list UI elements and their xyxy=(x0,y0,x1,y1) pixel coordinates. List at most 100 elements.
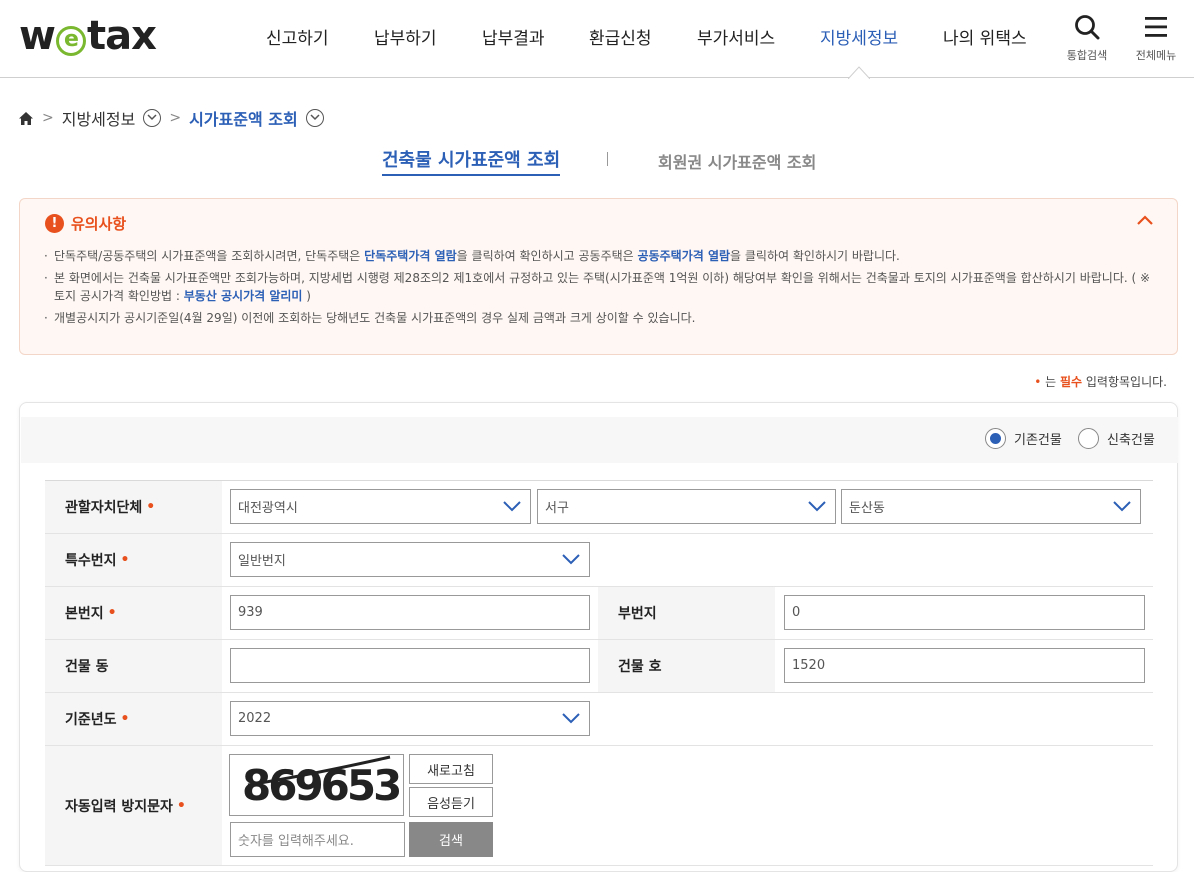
main-lot-value: 939 xyxy=(238,605,263,620)
detached-house-price-link[interactable]: 단독주택가격 열람 xyxy=(364,249,457,263)
tab-membership-standard-price[interactable]: 회원권 시가표준액 조회 xyxy=(658,149,816,173)
city-select[interactable]: 대전광역시 xyxy=(230,489,531,524)
breadcrumb-level1[interactable]: 지방세정보 xyxy=(62,106,136,130)
required-dot: • xyxy=(176,797,186,814)
district-select[interactable]: 서구 xyxy=(537,489,836,524)
special-lot-select-value: 일반번지 xyxy=(238,554,286,569)
chevron-down-icon xyxy=(562,554,580,565)
captcha-image: 869653 xyxy=(229,754,404,816)
notice-box: ! 유의사항 단독주택/공동주택의 시가표준액을 조회하시려면, 단독주택은 단… xyxy=(19,198,1178,355)
logo-e-icon: e xyxy=(55,26,86,56)
radio-new-label: 신축건물 xyxy=(1107,433,1155,448)
radio-existing-label: 기존건물 xyxy=(1014,433,1062,448)
captcha-listen-button[interactable]: 음성듣기 xyxy=(409,787,493,817)
breadcrumb-current[interactable]: 시가표준액 조회 xyxy=(189,106,298,130)
notice-item: 본 화면에서는 건축물 시가표준액만 조회가능하며, 지방세법 시행령 제28조… xyxy=(44,269,1154,305)
building-type-bar: 기존건물 신축건물 xyxy=(21,417,1178,463)
nav-my-wetax[interactable]: 나의 위택스 xyxy=(943,24,1027,49)
sub-lot-label-text: 부번지 xyxy=(618,606,657,622)
required-note-pre: 는 xyxy=(1041,375,1060,389)
dong-select[interactable]: 둔산동 xyxy=(841,489,1141,524)
site-header: w e tax 신고하기 납부하기 납부결과 환급신청 부가서비스 지방세정보 나의… xyxy=(0,0,1194,79)
breadcrumb-separator-icon: > xyxy=(169,110,182,126)
nav-local-tax-info[interactable]: 지방세정보 xyxy=(820,24,898,49)
logo-text-w: w xyxy=(19,13,56,59)
menu-label: 전체메뉴 xyxy=(1135,49,1177,62)
home-icon[interactable] xyxy=(18,111,34,126)
required-note-post: 입력항목입니다. xyxy=(1082,375,1167,389)
notice-item: 개별공시지가 공시기준일(4월 29일) 이전에 조회하는 당해년도 건축물 시… xyxy=(44,309,1154,327)
active-nav-caret-icon xyxy=(848,66,870,79)
notice-item: 단독주택/공동주택의 시가표준액을 조회하시려면, 단독주택은 단독주택가격 열… xyxy=(44,247,1154,265)
captcha-input[interactable]: 숫자를 입력해주세요. xyxy=(230,822,405,857)
jurisdiction-label-text: 관할자치단체 xyxy=(65,500,143,516)
base-year-select-value: 2022 xyxy=(238,711,272,726)
building-dong-input[interactable] xyxy=(230,648,590,683)
captcha-input-placeholder: 숫자를 입력해주세요. xyxy=(238,834,354,849)
building-ho-input[interactable]: 1520 xyxy=(784,648,1145,683)
special-lot-select[interactable]: 일반번지 xyxy=(230,542,590,577)
chevron-down-icon xyxy=(562,713,580,724)
captcha-label: 자동입력 방지문자 • xyxy=(45,746,222,865)
integrated-search-button[interactable]: 통합검색 xyxy=(1064,14,1110,63)
captcha-strike-line xyxy=(247,755,391,787)
radio-existing-building[interactable]: 기존건물 xyxy=(985,428,1062,449)
jurisdiction-label: 관할자치단체 • xyxy=(45,481,222,533)
required-dot: • xyxy=(120,711,130,727)
search-icon xyxy=(1075,15,1100,40)
required-dot: • xyxy=(146,499,156,515)
sub-lot-label: 부번지 xyxy=(598,587,775,639)
chevron-down-icon xyxy=(1113,501,1131,512)
breadcrumb-level1-dropdown-icon[interactable] xyxy=(143,109,162,127)
district-select-value: 서구 xyxy=(545,501,569,516)
realty-price-alimi-link[interactable]: 부동산 공시가격 알리미 xyxy=(184,289,303,303)
building-dong-label: 건물 동 xyxy=(45,640,222,692)
city-select-value: 대전광역시 xyxy=(238,501,298,516)
notice-title-text: 유의사항 xyxy=(71,215,127,233)
base-year-label-text: 기준년도 xyxy=(65,712,117,728)
required-note-must: 필수 xyxy=(1059,375,1083,389)
full-menu-button[interactable]: 전체메뉴 xyxy=(1133,14,1179,63)
sub-lot-input[interactable]: 0 xyxy=(784,595,1145,630)
breadcrumb-separator-icon: > xyxy=(42,110,54,126)
captcha-refresh-button[interactable]: 새로고침 xyxy=(409,754,493,784)
notice-text: 을 클릭하여 확인하시고 공동주택은 xyxy=(456,249,638,263)
base-year-row: 기준년도 • 2022 xyxy=(45,693,1153,746)
nav-payment-result[interactable]: 납부결과 xyxy=(482,24,545,49)
chevron-down-icon xyxy=(808,501,826,512)
search-form-table: 관할자치단체 • 대전광역시 서구 둔산동 특수번지 • 일반번지 본번지 • 939… xyxy=(45,480,1153,866)
collapse-chevron-up-icon[interactable] xyxy=(1137,215,1153,225)
tab-building-standard-price[interactable]: 건축물 시가표준액 조회 xyxy=(382,146,561,176)
chevron-down-icon xyxy=(503,501,521,512)
nav-payment[interactable]: 납부하기 xyxy=(374,24,437,49)
building-ho-value: 1520 xyxy=(792,658,826,673)
required-dot: • xyxy=(120,552,130,568)
radio-existing-circle[interactable] xyxy=(985,428,1006,449)
notice-text: ) xyxy=(302,289,311,303)
tab-divider xyxy=(607,152,608,166)
hamburger-menu-icon xyxy=(1145,17,1167,37)
search-button[interactable]: 검색 xyxy=(409,822,493,857)
main-lot-input[interactable]: 939 xyxy=(230,595,590,630)
apartment-price-link[interactable]: 공동주택가격 열람 xyxy=(638,249,731,263)
lot-number-row: 본번지 • 939 부번지 0 xyxy=(45,587,1153,640)
breadcrumb-level2-dropdown-icon[interactable] xyxy=(305,109,324,127)
captcha-row: 자동입력 방지문자 • 869653 새로고침 음성듣기 숫자를 입력해주세요. … xyxy=(45,746,1153,866)
building-ho-label-text: 건물 호 xyxy=(618,659,662,675)
base-year-select[interactable]: 2022 xyxy=(230,701,590,736)
search-label: 통합검색 xyxy=(1066,49,1108,62)
notice-title: ! 유의사항 xyxy=(45,213,126,234)
breadcrumb: > 지방세정보 > 시가표준액 조회 xyxy=(18,107,324,129)
required-dot: • xyxy=(107,605,117,621)
nav-report[interactable]: 신고하기 xyxy=(266,24,329,49)
radio-new-building[interactable]: 신축건물 xyxy=(1078,428,1155,449)
special-lot-label: 특수번지 • xyxy=(45,534,222,586)
radio-new-circle[interactable] xyxy=(1078,428,1099,449)
wetax-logo[interactable]: w e tax xyxy=(19,13,157,59)
dong-select-value: 둔산동 xyxy=(849,501,885,516)
nav-extra-services[interactable]: 부가서비스 xyxy=(697,24,775,49)
main-lot-label-text: 본번지 xyxy=(65,606,104,622)
notice-list: 단독주택/공동주택의 시가표준액을 조회하시려면, 단독주택은 단독주택가격 열… xyxy=(44,247,1154,331)
nav-refund[interactable]: 환급신청 xyxy=(589,24,652,49)
required-field-note: • 는 필수 입력항목입니다. xyxy=(1034,373,1167,390)
